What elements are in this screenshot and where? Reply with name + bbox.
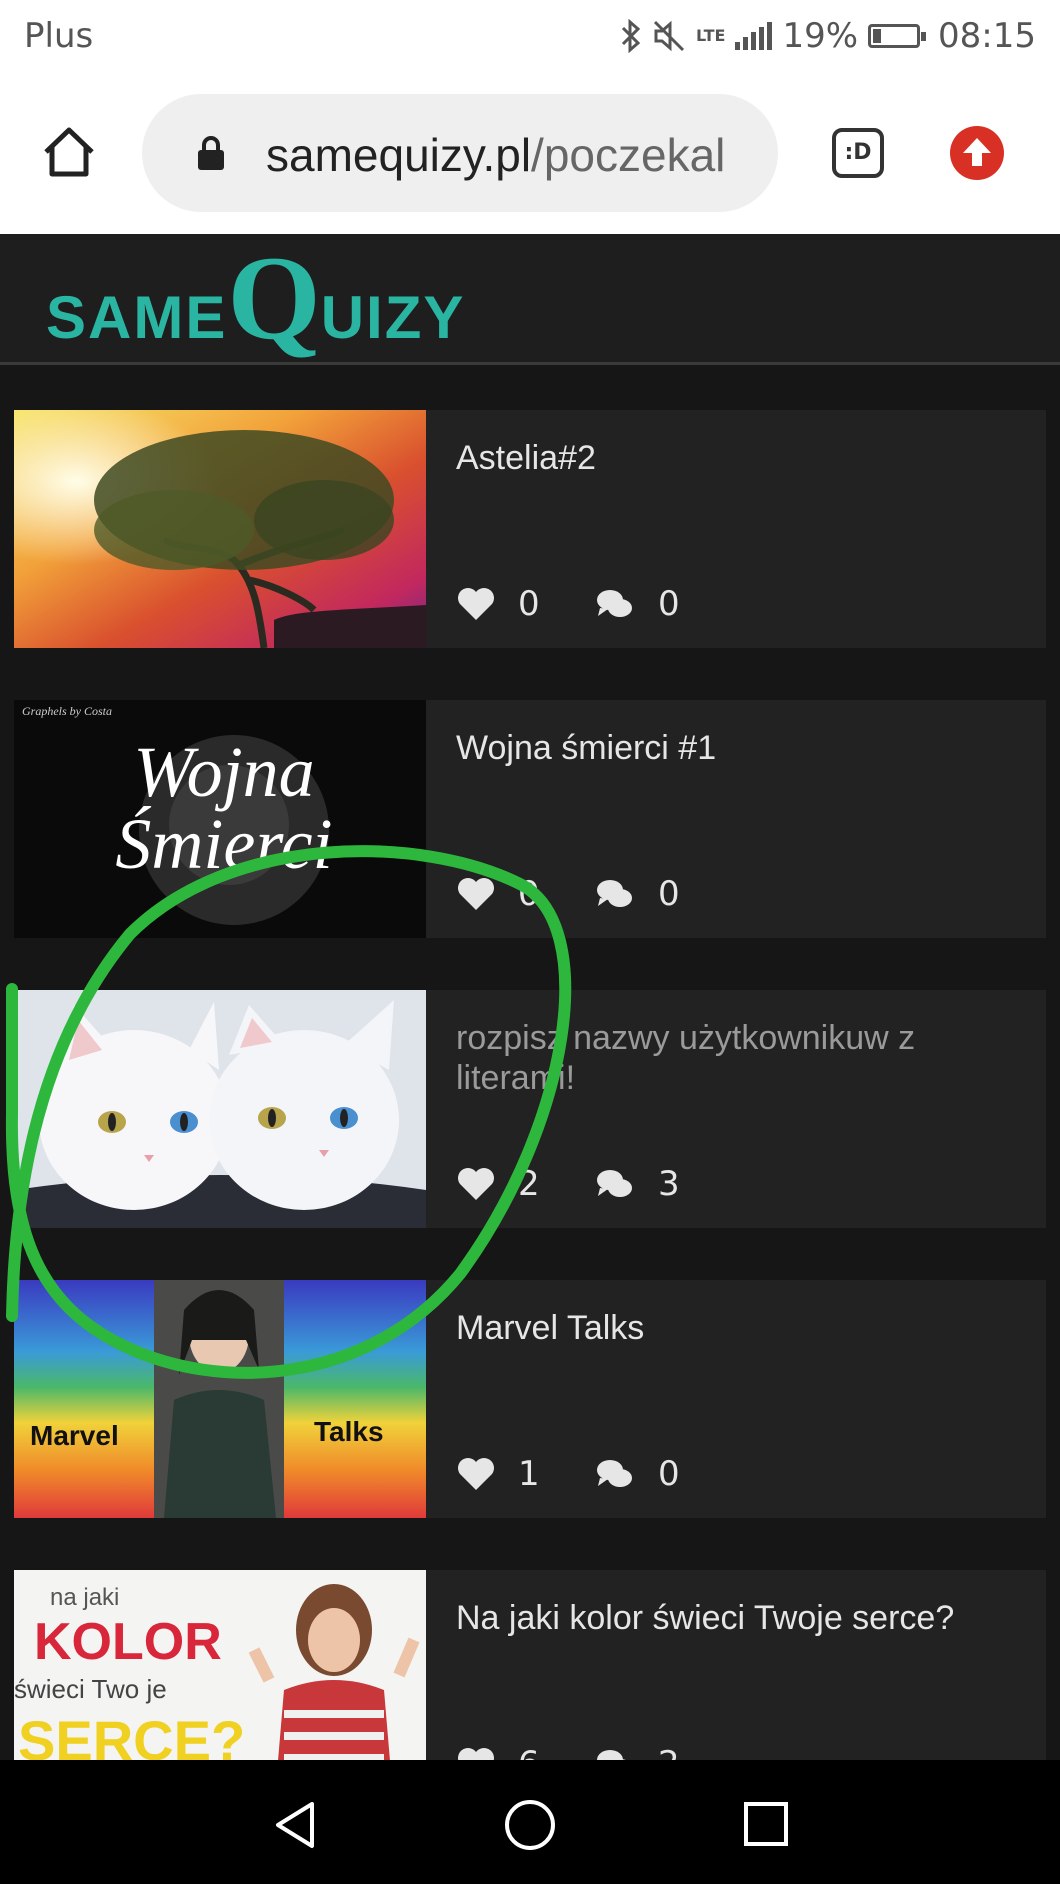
thumb-credit: Graphels by Costa: [22, 704, 112, 718]
thumb-label-left: Marvel: [30, 1420, 119, 1451]
quiz-thumbnail[interactable]: na jaki KOLOR świeci Two je SERCE?: [14, 1570, 426, 1760]
heart-icon[interactable]: [456, 1456, 496, 1492]
thumb-line-2: KOLOR: [34, 1613, 222, 1671]
thumb-line-1: na jaki: [50, 1584, 120, 1611]
like-count: 1: [518, 1454, 540, 1494]
signal-icon: [735, 22, 773, 50]
battery-icon: [868, 24, 927, 48]
lock-icon: [198, 136, 224, 170]
clock: 08:15: [938, 16, 1036, 56]
home-icon[interactable]: [40, 124, 98, 180]
thumb-label-right: Talks: [314, 1416, 384, 1447]
back-icon[interactable]: [270, 1800, 320, 1850]
mute-icon: [653, 20, 685, 52]
tab-switcher-icon[interactable]: :D: [832, 128, 884, 178]
quiz-thumbnail[interactable]: Marvel Talks: [14, 1280, 426, 1518]
like-count: 0: [518, 874, 540, 914]
comment-icon[interactable]: [596, 1748, 634, 1760]
comment-icon[interactable]: [596, 878, 634, 910]
quiz-title[interactable]: Wojna śmierci #1: [456, 728, 1016, 768]
quiz-thumbnail[interactable]: [14, 990, 426, 1228]
comment-count: 0: [658, 874, 680, 914]
comment-icon[interactable]: [596, 1168, 634, 1200]
recents-icon[interactable]: [742, 1800, 790, 1848]
quiz-title[interactable]: Astelia#2: [456, 438, 1016, 478]
quiz-thumbnail[interactable]: Graphels by Costa Wojna Śmierci: [14, 700, 426, 938]
site-header: SAMEQUIZY: [0, 234, 1060, 365]
like-count: 6: [518, 1744, 540, 1760]
carrier-label: Plus: [24, 16, 94, 56]
quiz-card[interactable]: Graphels by Costa Wojna Śmierci Wojna śm…: [14, 700, 1046, 938]
heart-icon[interactable]: [456, 1166, 496, 1202]
quiz-thumbnail[interactable]: [14, 410, 426, 648]
address-bar[interactable]: samequizy.pl/poczekal: [142, 94, 778, 212]
comment-count: 0: [658, 584, 680, 624]
thumb-line-4: SERCE?: [18, 1709, 246, 1760]
comment-count: 2: [658, 1744, 680, 1760]
quiz-card[interactable]: Astelia#2 0 0: [14, 410, 1046, 648]
heart-icon[interactable]: [456, 1746, 496, 1760]
bluetooth-icon: [621, 19, 641, 53]
thumb-title: Wojna Śmierci: [115, 732, 333, 884]
site-content: SAMEQUIZY Astelia#2 0 0 Graphels by Cost…: [0, 234, 1060, 1760]
home-circle-icon[interactable]: [503, 1798, 557, 1852]
upload-icon[interactable]: [950, 126, 1004, 180]
battery-percent: 19%: [782, 16, 859, 56]
network-type: LTE: [696, 26, 726, 45]
quiz-title[interactable]: Na jaki kolor świeci Twoje serce?: [456, 1598, 1016, 1638]
quiz-card[interactable]: rozpisz nazwy użytkownikuw z literami! 2…: [14, 990, 1046, 1228]
battery-fill: [873, 29, 881, 43]
browser-toolbar: samequizy.pl/poczekal :D: [0, 72, 1060, 234]
comment-icon[interactable]: [596, 1458, 634, 1490]
status-bar: Plus LTE 19% 08:15: [0, 0, 1060, 72]
comment-count: 0: [658, 1454, 680, 1494]
heart-icon[interactable]: [456, 586, 496, 622]
quiz-card[interactable]: na jaki KOLOR świeci Two je SERCE? Na ja…: [14, 1570, 1046, 1760]
quiz-card[interactable]: Marvel Talks Marvel Talks 1 0: [14, 1280, 1046, 1518]
quiz-title[interactable]: rozpisz nazwy użytkownikuw z literami!: [456, 1018, 1016, 1098]
comment-count: 3: [658, 1164, 680, 1204]
quiz-title[interactable]: Marvel Talks: [456, 1308, 1016, 1348]
url-text: samequizy.pl/poczekal: [266, 129, 726, 181]
site-logo[interactable]: SAMEQUIZY: [46, 238, 465, 358]
comment-icon[interactable]: [596, 588, 634, 620]
thumb-line-3: świeci Two je: [14, 1674, 167, 1704]
heart-icon[interactable]: [456, 876, 496, 912]
like-count: 0: [518, 584, 540, 624]
like-count: 2: [518, 1164, 540, 1204]
navigation-bar: [0, 1760, 1060, 1884]
